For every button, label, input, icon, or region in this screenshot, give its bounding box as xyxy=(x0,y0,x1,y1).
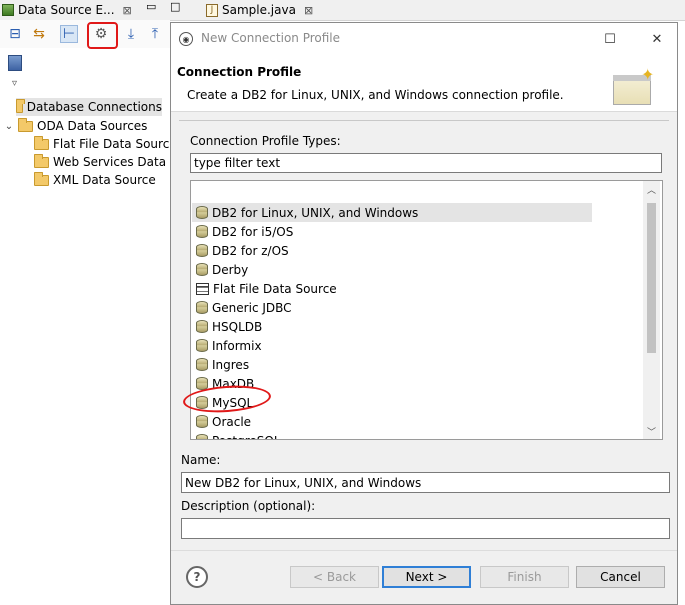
close-icon[interactable]: ⊠ xyxy=(123,4,132,17)
scroll-down-icon[interactable]: ﹀ xyxy=(643,423,660,439)
description-label: Description (optional): xyxy=(181,499,316,513)
filter-input[interactable] xyxy=(190,153,662,173)
list-item-label: Ingres xyxy=(212,357,250,372)
export-icon[interactable]: ⤒ xyxy=(146,25,164,43)
database-icon xyxy=(196,225,208,238)
list-item[interactable]: Flat File Data Source xyxy=(196,279,337,298)
back-button[interactable]: < Back xyxy=(290,566,379,588)
scrollbar-thumb[interactable] xyxy=(647,203,656,353)
folder-icon xyxy=(18,117,33,132)
list-item[interactable]: Derby xyxy=(196,260,248,279)
scroll-up-icon[interactable]: ︿ xyxy=(643,181,660,197)
banner-title: Connection Profile xyxy=(177,65,302,79)
list-scrollbar[interactable]: ︿ ﹀ xyxy=(643,181,660,439)
folder-icon xyxy=(34,171,49,186)
list-item-label: PostgreSQL xyxy=(212,434,281,440)
name-label: Name: xyxy=(181,453,221,467)
import-icon[interactable]: ⤓ xyxy=(122,25,140,43)
database-icon xyxy=(196,434,208,439)
folder-icon xyxy=(34,153,49,168)
button-bar-separator xyxy=(171,550,677,551)
table-icon xyxy=(196,282,209,295)
database-icon xyxy=(196,206,208,219)
next-button[interactable]: Next > xyxy=(382,566,471,588)
database-icon xyxy=(196,339,208,352)
collapse-all-icon[interactable]: ⊟ xyxy=(6,25,24,43)
list-item[interactable]: Generic JDBC xyxy=(196,298,292,317)
separator xyxy=(179,120,669,121)
list-item-label: Oracle xyxy=(212,414,252,429)
list-item[interactable]: Informix xyxy=(196,336,262,355)
list-item[interactable]: DB2 for z/OS xyxy=(196,241,289,260)
name-field[interactable] xyxy=(181,472,670,493)
eclipse-icon: ◉ xyxy=(179,32,193,46)
list-item[interactable]: Oracle xyxy=(196,412,251,431)
chevron-down-icon[interactable]: ⌄ xyxy=(4,121,14,132)
tree-item-label: Web Services Data So xyxy=(53,155,185,169)
list-item[interactable]: DB2 for Linux, UNIX, and Windows xyxy=(192,203,592,222)
list-item[interactable]: Ingres xyxy=(196,355,249,374)
tree-item-label: ODA Data Sources xyxy=(37,119,148,133)
java-file-icon: J xyxy=(206,3,218,17)
folder-icon xyxy=(16,98,25,113)
chevron-down-icon[interactable]: ▿ xyxy=(12,78,17,89)
database-icon xyxy=(196,415,208,428)
tree-item-oda-data-sources[interactable]: ⌄ ODA Data Sources xyxy=(4,117,147,135)
maximize-window-button[interactable]: ☐ xyxy=(595,27,625,51)
list-item-label: DB2 for i5/OS xyxy=(212,224,294,239)
link-with-editor-icon[interactable]: ⇆ xyxy=(30,25,48,43)
data-source-explorer-icon xyxy=(2,4,14,16)
list-item-label: Derby xyxy=(212,262,249,277)
database-icon xyxy=(196,320,208,333)
minimize-icon[interactable]: ▭ xyxy=(146,0,156,13)
banner-subtitle: Create a DB2 for Linux, UNIX, and Window… xyxy=(187,88,564,102)
tab-label: Data Source E... xyxy=(18,3,115,17)
list-item-label: Informix xyxy=(212,338,262,353)
tab-sample-java[interactable]: J Sample.java ⊠ xyxy=(206,0,313,20)
list-item[interactable]: PostgreSQL xyxy=(196,431,281,440)
list-item[interactable]: HSQLDB xyxy=(196,317,262,336)
tree-item-label: XML Data Source xyxy=(53,173,156,187)
description-field[interactable] xyxy=(181,518,670,539)
tree-item-label: Database Connections xyxy=(26,100,162,114)
types-label: Connection Profile Types: xyxy=(190,134,341,148)
database-icon xyxy=(196,263,208,276)
list-item-label: DB2 for Linux, UNIX, and Windows xyxy=(212,205,419,220)
view-toolbar xyxy=(0,20,170,48)
list-item-label: Generic JDBC xyxy=(212,300,292,315)
tree-item-label: Flat File Data Source xyxy=(53,137,177,151)
database-icon xyxy=(196,244,208,257)
database-icon xyxy=(196,358,208,371)
list-item[interactable]: DB2 for i5/OS xyxy=(196,222,293,241)
close-window-button[interactable]: ✕ xyxy=(642,27,672,51)
tree-item-xml-data-source[interactable]: XML Data Source xyxy=(34,171,156,189)
list-item-label: HSQLDB xyxy=(212,319,263,334)
tree-item-database-connections[interactable]: Database Connections xyxy=(16,98,162,116)
database-icon xyxy=(196,301,208,314)
data-source-icon xyxy=(8,55,22,71)
annotation-highlight-toolbar xyxy=(87,22,118,49)
list-item-label: DB2 for z/OS xyxy=(212,243,289,258)
maximize-icon[interactable]: □ xyxy=(170,0,180,13)
wizard-banner-icon: ✦ xyxy=(609,65,657,107)
tree-item-flat-file-data-source[interactable]: Flat File Data Source xyxy=(34,135,177,153)
dialog-title: New Connection Profile xyxy=(201,31,341,45)
folder-icon xyxy=(34,135,49,150)
list-item-label: Flat File Data Source xyxy=(213,281,337,296)
finish-button[interactable]: Finish xyxy=(480,566,569,588)
tree-item-web-services-data-source[interactable]: Web Services Data So xyxy=(34,153,185,171)
tab-data-source-explorer[interactable]: Data Source E... ⊠ xyxy=(2,0,132,20)
dialog-banner xyxy=(171,55,677,112)
tab-label: Sample.java xyxy=(222,3,296,17)
new-connection-profile-dialog: ◉ New Connection Profile ☐ ✕ Connection … xyxy=(170,22,678,605)
help-button[interactable]: ? xyxy=(186,566,208,588)
tree-view-icon[interactable]: ⊢ xyxy=(60,25,78,43)
close-icon[interactable]: ⊠ xyxy=(304,4,313,17)
cancel-button[interactable]: Cancel xyxy=(576,566,665,588)
